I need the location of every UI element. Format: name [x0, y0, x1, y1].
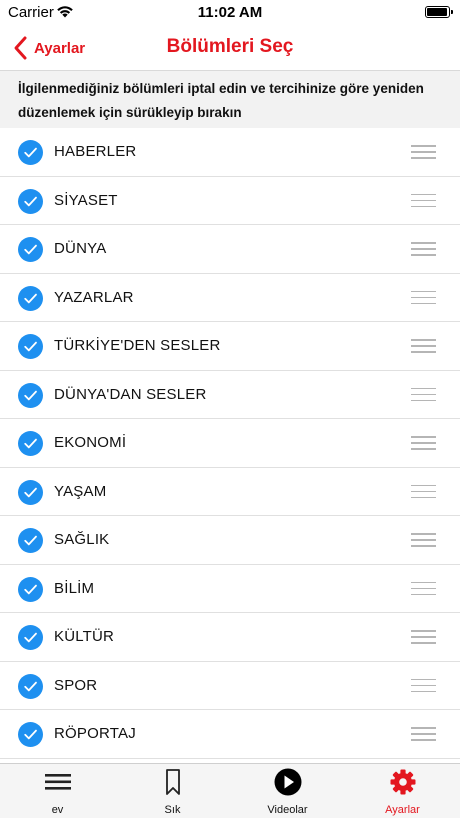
section-label: SAĞLIK — [54, 531, 110, 548]
tab-bar: ev Sık Videolar Ayarlar — [0, 763, 460, 818]
tab-label-ev: ev — [51, 804, 64, 816]
drag-handle-icon[interactable] — [411, 242, 436, 256]
checkmark-icon[interactable] — [18, 528, 43, 553]
drag-handle-icon[interactable] — [411, 387, 436, 402]
section-row[interactable]: SİYASET — [0, 176, 460, 225]
section-label: RÖPORTAJ — [54, 725, 136, 742]
checkmark-icon[interactable] — [18, 431, 43, 456]
status-time: 11:02 AM — [197, 4, 263, 21]
section-row[interactable]: RÖPORTAJ — [0, 710, 460, 759]
section-row[interactable]: HABERLER — [0, 128, 460, 177]
tab-label-ayarlar: Ayarlar — [385, 804, 420, 816]
battery-icon — [425, 6, 453, 18]
section-label: SPOR — [54, 676, 98, 694]
section-row[interactable]: YAŞAM — [0, 467, 460, 516]
tab-sik[interactable]: Sık — [115, 764, 230, 818]
section-label: SİYASET — [54, 191, 118, 209]
section-label: BİLİM — [54, 579, 95, 597]
drag-handle-icon[interactable] — [411, 581, 436, 596]
tab-label-sik: Sık — [164, 804, 181, 816]
bookmark-icon — [165, 769, 180, 795]
section-label: HABERLER — [54, 143, 137, 160]
section-row[interactable]: YAZARLAR — [0, 273, 460, 322]
section-label: DÜNYA'DAN SESLER — [54, 385, 207, 403]
section-row[interactable]: SPOR — [0, 661, 460, 710]
drag-handle-icon[interactable] — [411, 533, 436, 547]
drag-handle-icon[interactable] — [411, 630, 436, 644]
drag-handle-icon[interactable] — [411, 145, 436, 159]
instructions-text: İlgilenmediğiniz bölümleri iptal edin ve… — [0, 70, 460, 128]
section-row[interactable]: EKONOMİ — [0, 419, 460, 468]
section-row[interactable]: KÜLTÜR — [0, 613, 460, 662]
checkmark-icon[interactable] — [18, 334, 43, 359]
checkmark-icon[interactable] — [18, 576, 43, 602]
tab-label-videolar: Videolar — [267, 804, 308, 816]
section-label: KÜLTÜR — [54, 628, 115, 645]
drag-handle-icon[interactable] — [411, 290, 436, 305]
section-row[interactable]: SAĞLIK — [0, 516, 460, 565]
drag-handle-icon[interactable] — [411, 193, 436, 208]
tab-ayarlar[interactable]: Ayarlar — [345, 764, 460, 818]
drag-handle-icon[interactable] — [411, 339, 436, 353]
page-title: Bölümleri Seç — [166, 36, 294, 57]
status-bar: Carrier 11:02 AM — [0, 0, 460, 26]
section-label: EKONOMİ — [54, 434, 127, 451]
tab-videolar[interactable]: Videolar — [230, 764, 345, 818]
checkmark-icon[interactable] — [18, 140, 43, 165]
checkmark-icon[interactable] — [18, 285, 43, 311]
drag-handle-icon[interactable] — [411, 436, 436, 450]
section-label: YAZARLAR — [54, 288, 134, 306]
gear-icon — [390, 769, 415, 795]
checkmark-icon[interactable] — [18, 382, 43, 408]
tab-ev[interactable]: ev — [0, 764, 115, 818]
battery-level — [427, 8, 447, 16]
section-row[interactable]: BİLİM — [0, 564, 460, 613]
checkmark-icon[interactable] — [18, 237, 43, 262]
drag-handle-icon[interactable] — [411, 727, 436, 741]
checkmark-icon[interactable] — [18, 479, 43, 505]
play-icon — [274, 768, 301, 796]
drag-handle-icon[interactable] — [411, 484, 436, 499]
section-label: TÜRKİYE'DEN SESLER — [54, 337, 221, 354]
checkmark-icon[interactable] — [18, 673, 43, 699]
section-label: DÜNYA — [54, 240, 107, 257]
section-list: HABERLER SİYASET DÜNYA YAZARLAR TÜRKİYE'… — [0, 128, 460, 759]
drag-handle-icon[interactable] — [411, 678, 436, 693]
section-label: YAŞAM — [54, 482, 107, 500]
nav-bar: Ayarlar Bölümleri Seç — [0, 26, 460, 70]
checkmark-icon[interactable] — [18, 625, 43, 650]
section-row[interactable]: DÜNYA'DAN SESLER — [0, 370, 460, 419]
checkmark-icon[interactable] — [18, 188, 43, 214]
list-icon — [44, 774, 71, 790]
checkmark-icon[interactable] — [18, 722, 43, 747]
section-row[interactable]: TÜRKİYE'DEN SESLER — [0, 322, 460, 371]
section-row[interactable]: DÜNYA — [0, 225, 460, 274]
